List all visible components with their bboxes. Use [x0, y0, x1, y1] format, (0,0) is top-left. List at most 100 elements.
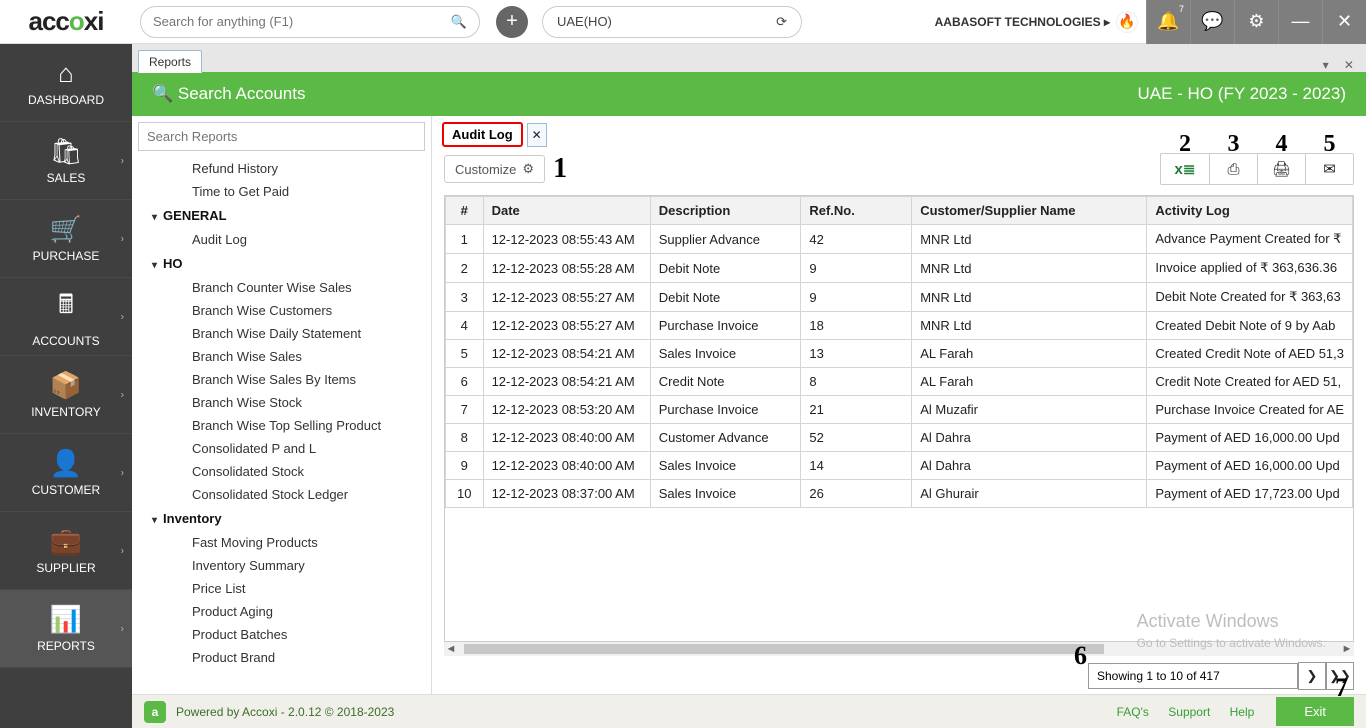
table-row[interactable]: 1012-12-2023 08:37:00 AMSales Invoice26A…	[446, 480, 1353, 508]
chevron-right-icon: ›	[121, 623, 124, 634]
calculator-icon: 🖩	[58, 286, 74, 330]
audit-log-table: #DateDescriptionRef.No.Customer/Supplier…	[444, 195, 1354, 642]
nav-dashboard[interactable]: ⌂DASHBOARD	[0, 44, 132, 122]
tree-item[interactable]: Consolidated P and L	[136, 437, 427, 460]
nav-reports[interactable]: 📊REPORTS›	[0, 590, 132, 668]
chart-icon: 📊	[50, 604, 82, 635]
tree-item[interactable]: Price List	[136, 577, 427, 600]
table-row[interactable]: 312-12-2023 08:55:27 AMDebit Note9MNR Lt…	[446, 283, 1353, 312]
tree-item[interactable]: Audit Log	[136, 228, 427, 251]
col-header[interactable]: Activity Log	[1147, 197, 1353, 225]
table-row[interactable]: 812-12-2023 08:40:00 AMCustomer Advance5…	[446, 424, 1353, 452]
table-row[interactable]: 112-12-2023 08:55:43 AMSupplier Advance4…	[446, 225, 1353, 254]
global-search-input[interactable]	[153, 14, 451, 29]
chevron-right-icon: ›	[121, 389, 124, 400]
tree-item[interactable]: Refund History	[136, 157, 427, 180]
table-row[interactable]: 612-12-2023 08:54:21 AMCredit Note8AL Fa…	[446, 368, 1353, 396]
home-icon: ⌂	[58, 58, 74, 89]
app-logo: accoxi	[0, 6, 132, 37]
col-header[interactable]: Description	[650, 197, 801, 225]
tree-group[interactable]: Inventory	[136, 506, 427, 531]
window-tab-actions[interactable]: ▾ ✕	[1323, 58, 1360, 72]
footer-logo-icon: a	[144, 701, 166, 723]
search-accounts-button[interactable]: 🔍 Search Accounts	[152, 84, 305, 104]
tab-reports[interactable]: Reports	[138, 50, 202, 73]
col-header[interactable]: Customer/Supplier Name	[912, 197, 1147, 225]
search-reports-input[interactable]	[138, 122, 425, 151]
support-link[interactable]: Support	[1168, 705, 1210, 719]
tree-item[interactable]: Branch Wise Customers	[136, 299, 427, 322]
email-button[interactable]: ✉5	[1305, 154, 1353, 184]
nav-purchase[interactable]: 🛒PURCHASE›	[0, 200, 132, 278]
pager-status[interactable]	[1088, 663, 1298, 689]
close-window-button[interactable]: ✕	[1322, 0, 1366, 44]
table-row[interactable]: 712-12-2023 08:53:20 AMPurchase Invoice2…	[446, 396, 1353, 424]
annotation-3: 3	[1228, 131, 1240, 158]
tree-group[interactable]: GENERAL	[136, 203, 427, 228]
col-header[interactable]: Ref.No.	[801, 197, 912, 225]
add-button[interactable]: +	[496, 6, 528, 38]
refresh-icon[interactable]: ⟳	[776, 14, 787, 30]
col-header[interactable]: #	[446, 197, 484, 225]
close-tab-button[interactable]: ✕	[527, 123, 547, 147]
h-scrollbar[interactable]: ◄►	[444, 642, 1354, 656]
table-row[interactable]: 912-12-2023 08:40:00 AMSales Invoice14Al…	[446, 452, 1353, 480]
help-link[interactable]: Help	[1230, 705, 1255, 719]
notifications-button[interactable]: 🔔7	[1146, 0, 1190, 44]
tree-item[interactable]: Product Batches	[136, 623, 427, 646]
tree-item[interactable]: Branch Wise Top Selling Product	[136, 414, 427, 437]
nav-supplier[interactable]: 💼SUPPLIER›	[0, 512, 132, 590]
tab-audit-log[interactable]: Audit Log	[442, 122, 523, 147]
tree-item[interactable]: Branch Wise Stock	[136, 391, 427, 414]
table-row[interactable]: 412-12-2023 08:55:27 AMPurchase Invoice1…	[446, 312, 1353, 340]
exit-button[interactable]: Exit	[1276, 697, 1354, 726]
org-name: UAE(HO)	[557, 14, 612, 29]
annotation-6: 6	[1074, 641, 1087, 671]
tree-item[interactable]: Consolidated Stock	[136, 460, 427, 483]
box-icon: 📦	[50, 370, 82, 401]
pager-next-button[interactable]: ❯	[1298, 662, 1326, 690]
tree-item[interactable]: Branch Wise Sales	[136, 345, 427, 368]
tree-item[interactable]: Branch Wise Sales By Items	[136, 368, 427, 391]
global-search[interactable]: 🔍	[140, 6, 480, 38]
faq-link[interactable]: FAQ's	[1117, 705, 1149, 719]
person-icon: 👤	[50, 448, 82, 479]
report-tree: Refund HistoryTime to Get PaidGENERALAud…	[132, 116, 432, 694]
cart-icon: 🛒	[50, 214, 82, 245]
company-name[interactable]: AABASOFT TECHNOLOGIES ▸	[935, 15, 1110, 29]
tree-item[interactable]: Time to Get Paid	[136, 180, 427, 203]
nav-inventory[interactable]: 📦INVENTORY›	[0, 356, 132, 434]
nav-customer[interactable]: 👤CUSTOMER›	[0, 434, 132, 512]
print-button[interactable]: 🖨4	[1257, 154, 1305, 184]
annotation-4: 4	[1276, 131, 1288, 158]
org-selector[interactable]: UAE(HO) ⟳	[542, 6, 802, 38]
export-excel-button[interactable]: x≣2	[1161, 154, 1209, 184]
tree-item[interactable]: Branch Counter Wise Sales	[136, 276, 427, 299]
settings-button[interactable]: ⚙	[1234, 0, 1278, 44]
alert-icon[interactable]: 🔥	[1116, 11, 1138, 33]
gear-icon: ⚙	[522, 161, 534, 177]
table-row[interactable]: 512-12-2023 08:54:21 AMSales Invoice13AL…	[446, 340, 1353, 368]
mail-icon: ✉	[1323, 160, 1336, 178]
tree-item[interactable]: Inventory Summary	[136, 554, 427, 577]
tree-item[interactable]: Product Brand	[136, 646, 427, 669]
excel-icon: x≣	[1175, 160, 1196, 178]
tree-group[interactable]: HO	[136, 251, 427, 276]
table-row[interactable]: 212-12-2023 08:55:28 AMDebit Note9MNR Lt…	[446, 254, 1353, 283]
customize-button[interactable]: Customize⚙	[444, 155, 545, 183]
left-nav: ⌂DASHBOARD 🛍SALES› 🛒PURCHASE› 🖩ACCOUNTS›…	[0, 44, 132, 728]
chevron-right-icon: ›	[121, 155, 124, 166]
export-pdf-button[interactable]: ⎙3	[1209, 154, 1257, 184]
tree-item[interactable]: Consolidated Stock Ledger	[136, 483, 427, 506]
minimize-button[interactable]: —	[1278, 0, 1322, 44]
tree-item[interactable]: Fast Moving Products	[136, 531, 427, 554]
tree-item[interactable]: Product Aging	[136, 600, 427, 623]
chat-button[interactable]: 💬	[1190, 0, 1234, 44]
tree-item[interactable]: Branch Wise Daily Statement	[136, 322, 427, 345]
bag-icon: 🛍	[49, 136, 82, 167]
nav-accounts[interactable]: 🖩ACCOUNTS›	[0, 278, 132, 356]
printer-icon: 🖨	[1272, 160, 1291, 178]
nav-sales[interactable]: 🛍SALES›	[0, 122, 132, 200]
export-bar: x≣2 ⎙3 🖨4 ✉5	[1160, 153, 1354, 185]
col-header[interactable]: Date	[483, 197, 650, 225]
